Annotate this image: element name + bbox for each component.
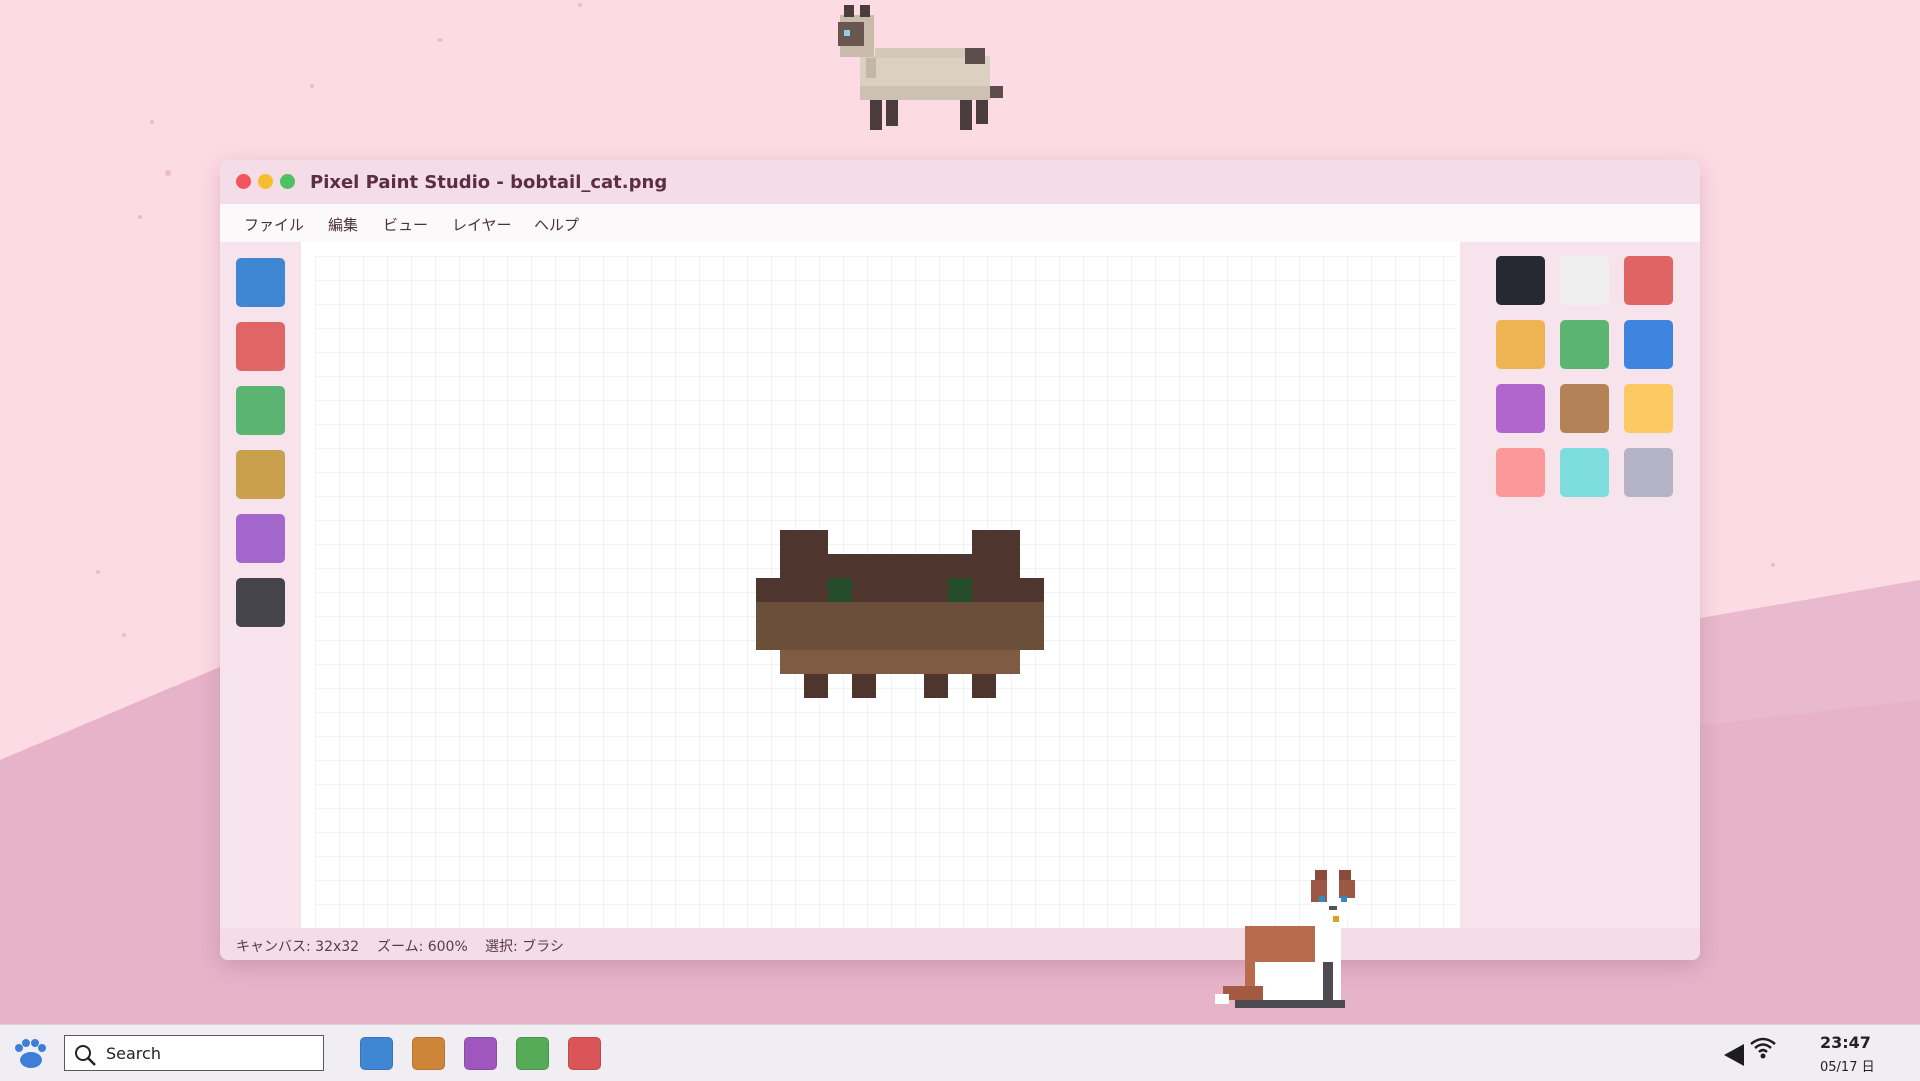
- taskbar-app-3[interactable]: [464, 1037, 497, 1070]
- clock-date[interactable]: 05/17 日: [1820, 1056, 1875, 1075]
- tool-color-1[interactable]: [236, 258, 285, 307]
- close-button[interactable]: [236, 174, 251, 189]
- menu-file[interactable]: ファイル: [244, 214, 304, 235]
- taskbar-app-2[interactable]: [412, 1037, 445, 1070]
- palette-color-6[interactable]: [1624, 320, 1673, 369]
- calico-cat-sprite: [1215, 870, 1355, 1008]
- canvas-grid[interactable]: [301, 242, 1480, 928]
- menu-help[interactable]: ヘルプ: [534, 214, 579, 235]
- palette-color-3[interactable]: [1624, 256, 1673, 305]
- menu-layer[interactable]: レイヤー: [452, 214, 512, 235]
- tool-color-4[interactable]: [236, 450, 285, 499]
- app-window: Pixel Paint Studio - bobtail_cat.png ファイ…: [220, 160, 1700, 960]
- taskbar-app-5[interactable]: [568, 1037, 601, 1070]
- tool-color-2[interactable]: [236, 322, 285, 371]
- tool-color-3[interactable]: [236, 386, 285, 435]
- palette-color-11[interactable]: [1560, 448, 1609, 497]
- taskbar: Search 23:47 05/17 日: [0, 1024, 1920, 1081]
- clock-time[interactable]: 23:47: [1820, 1033, 1871, 1052]
- palette-color-5[interactable]: [1560, 320, 1609, 369]
- siamese-cat-sprite: [838, 5, 1003, 130]
- speaker-icon[interactable]: [1722, 1043, 1746, 1067]
- tool-sidebar: [220, 242, 301, 928]
- palette-color-12[interactable]: [1624, 448, 1673, 497]
- status-selection: 選択: ブラシ: [485, 939, 564, 955]
- palette-color-9[interactable]: [1624, 384, 1673, 433]
- search-placeholder: Search: [106, 1044, 161, 1063]
- maximize-button[interactable]: [280, 174, 295, 189]
- color-palette: [1460, 242, 1700, 928]
- palette-color-1[interactable]: [1496, 256, 1545, 305]
- wifi-icon[interactable]: [1748, 1035, 1778, 1061]
- drawing-canvas[interactable]: [301, 242, 1480, 928]
- pixel-art-bobtail-cat: [756, 530, 1044, 698]
- minimize-button[interactable]: [258, 174, 273, 189]
- status-bar: キャンバス: 32x32 ズーム: 600% 選択: ブラシ: [220, 928, 1700, 960]
- tool-color-5[interactable]: [236, 514, 285, 563]
- palette-color-2[interactable]: [1560, 256, 1609, 305]
- menu-bar: ファイル 編集 ビュー レイヤー ヘルプ: [220, 204, 1700, 242]
- window-title: Pixel Paint Studio - bobtail_cat.png: [310, 172, 668, 193]
- palette-color-4[interactable]: [1496, 320, 1545, 369]
- status-zoom: ズーム: 600%: [377, 939, 468, 955]
- menu-edit[interactable]: 編集: [328, 214, 358, 235]
- search-icon: [75, 1045, 96, 1066]
- palette-color-7[interactable]: [1496, 384, 1545, 433]
- tool-color-6[interactable]: [236, 578, 285, 627]
- title-bar[interactable]: Pixel Paint Studio - bobtail_cat.png: [220, 160, 1700, 204]
- status-canvas-size: キャンバス: 32x32: [236, 939, 360, 955]
- menu-view[interactable]: ビュー: [383, 214, 428, 235]
- palette-color-10[interactable]: [1496, 448, 1545, 497]
- search-input[interactable]: Search: [64, 1035, 324, 1071]
- taskbar-app-1[interactable]: [360, 1037, 393, 1070]
- paw-icon[interactable]: [14, 1039, 48, 1069]
- palette-color-8[interactable]: [1560, 384, 1609, 433]
- taskbar-app-4[interactable]: [516, 1037, 549, 1070]
